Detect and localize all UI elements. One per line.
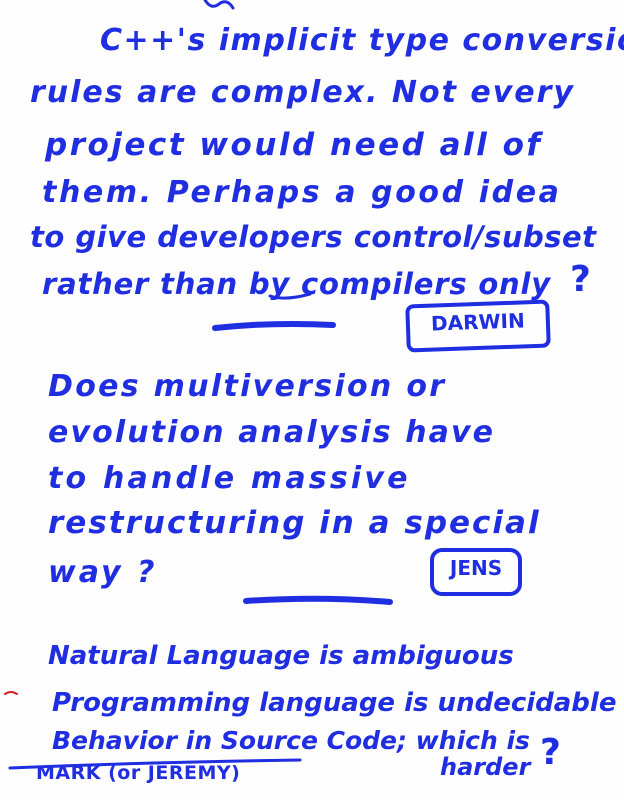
note2-line-2: evolution analysis have [48,415,496,450]
note3-line-4: harder [440,753,531,781]
note1-line-3: project would need all of [45,127,543,163]
note2-line-4: restructuring in a special [48,505,541,541]
note3-line-1: Natural Language is ambiguous [48,641,514,671]
note1-author-tag: DARWIN [405,299,551,353]
whiteboard-sheet: C++'s implicit type conversion rules are… [0,0,624,800]
note3-line-2: Programming language is undecidable [52,688,617,718]
note3-line-3: Behavior in Source Code; which is [52,726,530,755]
note1-line-4: them. Perhaps a good idea [42,175,562,210]
note3-signature: MARK (or JEREMY) [36,762,241,784]
note1-question-mark: ? [570,259,591,300]
note1-line-6: rather than by compilers only [42,267,551,301]
red-mark [4,691,18,695]
note2-line-1: Does multiversion or [48,369,447,404]
divider-stroke-2 [243,595,393,605]
top-scribble-mark [203,0,235,10]
note2-line-5: way ? [48,555,158,590]
note1-line-2: rules are complex. Not every [30,75,575,110]
note3-question-mark: ? [540,732,561,773]
note2-author-tag: JENS [430,548,522,596]
note1-line-1: C++'s implicit type conversion [100,23,624,58]
note2-line-3: to handle massive [48,461,411,496]
note1-line-5: to give developers control/subset [30,220,597,254]
divider-stroke-1 [212,321,336,331]
